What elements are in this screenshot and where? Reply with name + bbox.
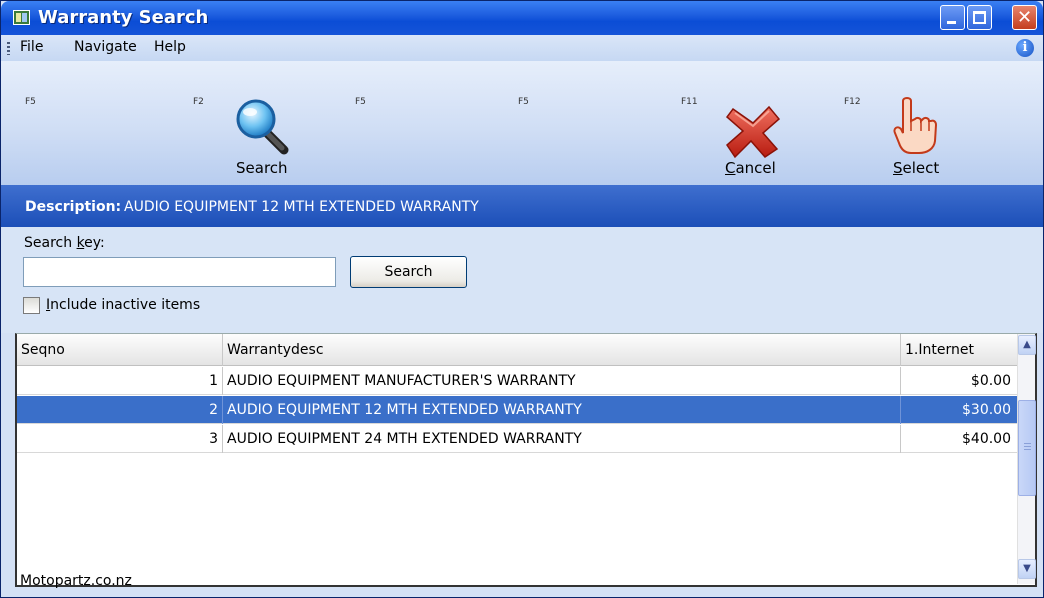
description-value: AUDIO EQUIPMENT 12 MTH EXTENDED WARRANTY: [124, 199, 479, 215]
toolbar-select-label: Select: [893, 159, 940, 177]
cell-seqno: 1: [17, 367, 223, 395]
menu-navigate[interactable]: Navigate: [74, 39, 137, 55]
scroll-thumb[interactable]: [1018, 400, 1036, 496]
cell-warrantydesc: AUDIO EQUIPMENT 12 MTH EXTENDED WARRANTY: [223, 396, 901, 424]
cell-seqno: 3: [17, 425, 223, 453]
toolbar-search-button[interactable]: Search: [216, 97, 308, 183]
column-header-seqno[interactable]: Seqno: [17, 334, 223, 366]
cell-warrantydesc: AUDIO EQUIPMENT 24 MTH EXTENDED WARRANTY: [223, 425, 901, 453]
search-key-label: Search key:: [24, 235, 105, 251]
table-row-selected[interactable]: 2 AUDIO EQUIPMENT 12 MTH EXTENDED WARRAN…: [17, 396, 1017, 424]
table-row[interactable]: 1 AUDIO EQUIPMENT MANUFACTURER'S WARRANT…: [17, 367, 1017, 395]
table-row[interactable]: 3 AUDIO EQUIPMENT 24 MTH EXTENDED WARRAN…: [17, 425, 1017, 453]
magnifier-icon: [236, 99, 289, 155]
search-button[interactable]: Search: [350, 256, 467, 288]
status-bar: Motopartz.co.nz: [1, 573, 1043, 597]
fkey-label: F2: [193, 97, 204, 107]
column-header-warrantydesc[interactable]: Warrantydesc: [223, 334, 901, 366]
cell-seqno: 2: [17, 396, 223, 424]
column-header-internet-price[interactable]: 1.Internet: [901, 334, 1017, 366]
window-title: Warranty Search: [38, 7, 209, 28]
cell-warrantydesc: AUDIO EQUIPMENT MANUFACTURER'S WARRANTY: [223, 367, 901, 395]
toolbar-cancel-button[interactable]: Cancel: [708, 97, 800, 183]
toolbar-search-label: Search: [236, 159, 288, 177]
fkey-label: F5: [355, 97, 366, 107]
cell-price: $30.00: [962, 402, 1011, 418]
menu-file[interactable]: File: [20, 39, 43, 55]
pointing-hand-icon: [893, 97, 938, 154]
search-panel: Search key: Search Include inactive item…: [1, 227, 1043, 333]
include-inactive-label[interactable]: Include inactive items: [46, 297, 200, 313]
title-bar[interactable]: Warranty Search ✕: [1, 1, 1043, 35]
cell-price: $40.00: [962, 431, 1011, 447]
scroll-down-button[interactable]: ▼: [1018, 559, 1036, 579]
toolbar: F5 F2 F5 F5 F11 F12 Search Cancel Select: [1, 61, 1043, 185]
minimize-icon: [947, 21, 956, 24]
maximize-button[interactable]: [967, 5, 992, 30]
maximize-icon: [973, 11, 986, 24]
grid-header: Seqno Warrantydesc 1.Internet: [17, 334, 1017, 366]
description-bar: Description: AUDIO EQUIPMENT 12 MTH EXTE…: [1, 185, 1043, 227]
include-inactive-checkbox[interactable]: [23, 297, 40, 314]
cancel-x-icon: [725, 105, 781, 159]
menu-help[interactable]: Help: [154, 39, 186, 55]
toolbar-select-button[interactable]: Select: [871, 97, 963, 183]
fkey-label: F5: [25, 97, 36, 107]
cell-price: $0.00: [970, 373, 1011, 389]
menu-bar: File Navigate Help i: [1, 35, 1043, 61]
info-icon[interactable]: i: [1016, 39, 1034, 57]
search-key-input[interactable]: [23, 257, 336, 287]
fkey-label: F12: [844, 97, 861, 107]
close-button[interactable]: ✕: [1012, 5, 1037, 30]
menu-grip-icon[interactable]: [7, 42, 10, 55]
app-icon: [13, 10, 30, 25]
status-text: Motopartz.co.nz: [20, 573, 132, 589]
fkey-label: F11: [681, 97, 698, 107]
warranty-search-window: Warranty Search ✕ File Navigate Help i F…: [0, 0, 1044, 598]
minimize-button[interactable]: [940, 5, 965, 30]
results-grid[interactable]: Seqno Warrantydesc 1.Internet 1 AUDIO EQ…: [15, 333, 1037, 587]
close-icon: ✕: [1016, 7, 1033, 28]
scroll-up-button[interactable]: ▲: [1018, 335, 1036, 355]
vertical-scrollbar[interactable]: ▲ ▼: [1017, 334, 1036, 584]
thumb-grip-icon: [1024, 443, 1031, 452]
description-label: Description:: [25, 199, 122, 215]
fkey-label: F5: [518, 97, 529, 107]
toolbar-cancel-label: Cancel: [725, 159, 776, 177]
